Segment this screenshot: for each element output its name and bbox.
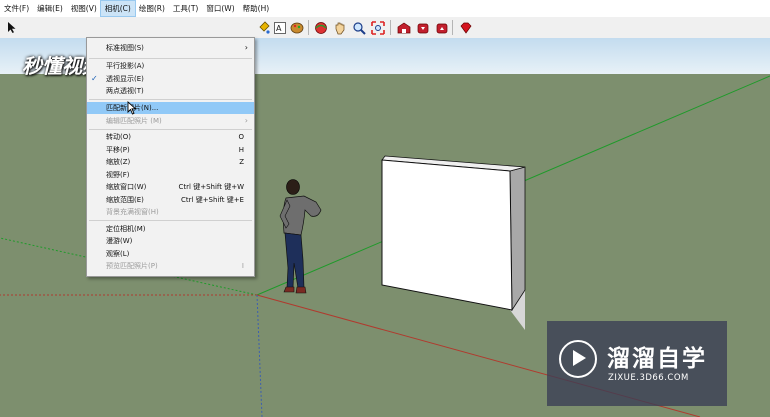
share-model-icon[interactable] bbox=[433, 19, 450, 36]
select-arrow-icon[interactable] bbox=[3, 19, 20, 36]
menu-window[interactable]: 窗口(W) bbox=[202, 1, 238, 16]
zoom-extents-icon[interactable] bbox=[369, 19, 386, 36]
menu-item-shortcut: Ctrl 键+Shift 键+W bbox=[178, 183, 244, 191]
menu-item-edit-matched-photo[interactable]: 编辑匹配照片 (M) › bbox=[87, 115, 254, 127]
menu-item-standard-views[interactable]: 标准视图(S) › bbox=[87, 42, 254, 54]
camera-menu-dropdown: 标准视图(S) › 平行投影(A) ✓ 透视显示(E) 两点透视(T) 匹配新照… bbox=[86, 37, 255, 277]
toolbar: A bbox=[0, 17, 770, 39]
menu-item-label: 漫游(W) bbox=[106, 237, 133, 245]
menu-item-zoom-extents[interactable]: 缩放范围(E) Ctrl 键+Shift 键+E bbox=[87, 194, 254, 206]
svg-text:A: A bbox=[276, 24, 282, 33]
menu-item-label: 缩放范围(E) bbox=[106, 196, 144, 204]
pan-hand-icon[interactable] bbox=[331, 19, 348, 36]
play-icon bbox=[573, 350, 586, 366]
chevron-right-icon: › bbox=[244, 43, 248, 52]
menu-item-label: 平移(P) bbox=[106, 146, 130, 154]
menu-item-label: 视野(F) bbox=[106, 171, 130, 179]
paint-icon[interactable] bbox=[288, 19, 305, 36]
menu-separator bbox=[89, 220, 252, 221]
menu-draw[interactable]: 绘图(R) bbox=[135, 1, 169, 16]
warehouse-icon[interactable] bbox=[395, 19, 412, 36]
menu-item-label: 标准视图(S) bbox=[106, 44, 144, 52]
wall-front bbox=[381, 159, 513, 311]
paint-bucket-icon[interactable] bbox=[255, 19, 272, 36]
toolbar-separator bbox=[452, 20, 453, 35]
watermark-url: ZIXUE.3D66.COM bbox=[608, 373, 689, 383]
menu-edit[interactable]: 编辑(E) bbox=[33, 1, 67, 16]
orbit-icon[interactable] bbox=[312, 19, 329, 36]
menu-item-position-camera[interactable]: 定位相机(M) bbox=[87, 223, 254, 235]
menu-separator bbox=[89, 129, 252, 130]
menu-item-perspective[interactable]: ✓ 透视显示(E) bbox=[87, 73, 254, 85]
watermark-title: 溜溜自学 bbox=[607, 346, 707, 372]
menu-item-match-new-photo[interactable]: 匹配新照片(N)... bbox=[87, 102, 254, 114]
menu-item-label: 两点透视(T) bbox=[106, 87, 144, 95]
menu-item-label: 平行投影(A) bbox=[106, 62, 145, 70]
menu-item-zoom[interactable]: 缩放(Z) Z bbox=[87, 156, 254, 168]
ruby-icon[interactable] bbox=[457, 19, 474, 36]
menu-file[interactable]: 文件(F) bbox=[0, 1, 33, 16]
menu-item-shortcut: Ctrl 键+Shift 键+E bbox=[181, 196, 244, 204]
menu-item-walk[interactable]: 漫游(W) bbox=[87, 235, 254, 247]
menu-item-look-around[interactable]: 观察(L) bbox=[87, 248, 254, 260]
menu-item-pan[interactable]: 平移(P) H bbox=[87, 144, 254, 156]
menu-item-field-of-view[interactable]: 视野(F) bbox=[87, 169, 254, 181]
menu-item-orbit[interactable]: 转动(O) O bbox=[87, 131, 254, 143]
menu-separator bbox=[89, 99, 252, 100]
toolbar-separator bbox=[308, 20, 309, 35]
menu-item-zoom-to-photo[interactable]: 背景充满视窗(H) bbox=[87, 206, 254, 218]
menu-item-label: 转动(O) bbox=[106, 133, 131, 141]
wall-edge bbox=[509, 166, 526, 312]
chevron-right-icon: › bbox=[244, 116, 248, 125]
menu-item-parallel-projection[interactable]: 平行投影(A) bbox=[87, 60, 254, 72]
menu-view[interactable]: 视图(V) bbox=[67, 1, 101, 16]
zoom-icon[interactable] bbox=[350, 19, 367, 36]
menu-item-shortcut: O bbox=[238, 133, 244, 141]
menu-item-shortcut: H bbox=[238, 146, 244, 154]
get-models-icon[interactable] bbox=[414, 19, 431, 36]
checkmark-icon: ✓ bbox=[91, 74, 98, 83]
menu-item-shortcut: Z bbox=[239, 158, 244, 166]
menu-item-preview-matched-photo[interactable]: 预览匹配照片(P) I bbox=[87, 260, 254, 272]
menu-item-two-point-perspective[interactable]: 两点透视(T) bbox=[87, 85, 254, 97]
menu-item-label: 观察(L) bbox=[106, 250, 130, 258]
toolbar-separator bbox=[390, 20, 391, 35]
menu-item-zoom-window[interactable]: 缩放窗口(W) Ctrl 键+Shift 键+W bbox=[87, 181, 254, 193]
menu-item-label: 背景充满视窗(H) bbox=[106, 208, 159, 216]
watermark-logo: 溜溜自学 ZIXUE.3D66.COM bbox=[547, 321, 727, 406]
menu-item-shortcut: I bbox=[241, 262, 244, 270]
menu-camera[interactable]: 相机(C) bbox=[99, 0, 136, 17]
mouse-cursor-icon bbox=[127, 100, 137, 117]
text-icon[interactable]: A bbox=[271, 19, 288, 36]
menu-item-label: 预览匹配照片(P) bbox=[106, 262, 158, 270]
menu-item-label: 缩放(Z) bbox=[106, 158, 131, 166]
menu-help[interactable]: 帮助(H) bbox=[239, 1, 274, 16]
menu-item-label: 透视显示(E) bbox=[106, 75, 144, 83]
menu-separator bbox=[89, 58, 252, 59]
menu-tools[interactable]: 工具(T) bbox=[169, 1, 202, 16]
menu-item-label: 缩放窗口(W) bbox=[106, 183, 147, 191]
menu-bar: 文件(F) 编辑(E) 视图(V) 相机(C) 绘图(R) 工具(T) 窗口(W… bbox=[0, 0, 770, 18]
menu-item-label: 定位相机(M) bbox=[106, 225, 146, 233]
